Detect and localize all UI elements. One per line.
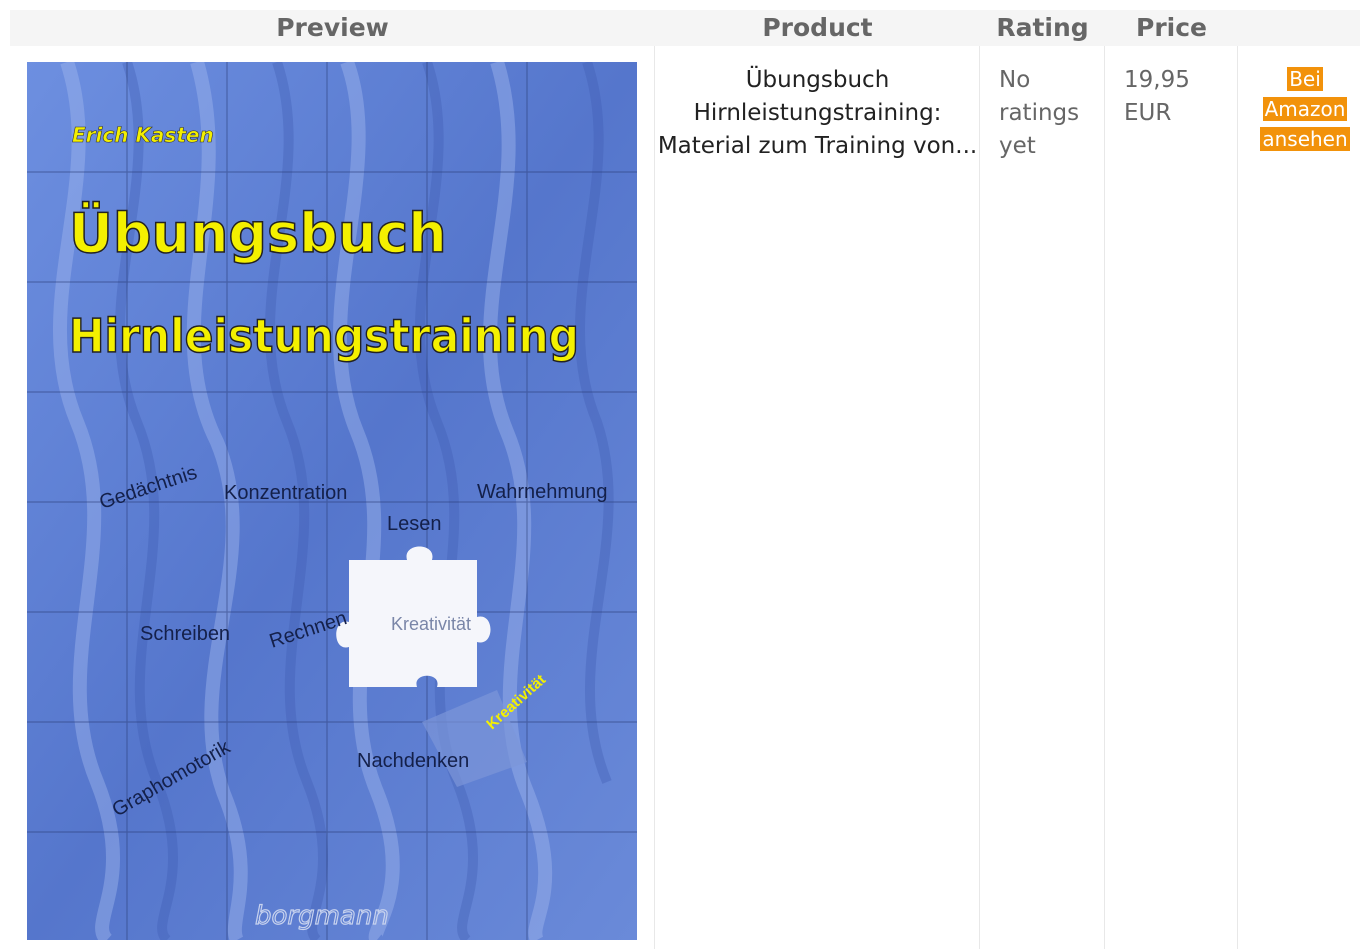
header-price: Price — [1136, 13, 1207, 42]
product-table: Preview Product Rating Price Erich Kaste… — [10, 10, 1360, 949]
amazon-button-label[interactable]: ansehen — [1260, 127, 1350, 151]
column-divider — [654, 46, 655, 949]
rating-text: No ratings yet — [999, 67, 1080, 159]
header-preview: Preview — [276, 13, 389, 42]
amazon-button-label[interactable]: Amazon — [1262, 97, 1348, 121]
header-rating: Rating — [996, 13, 1089, 42]
cover-word: Konzentration — [224, 482, 347, 504]
book-cover-image[interactable]: Erich Kasten Übungsbuch Hirnleistungstra… — [27, 62, 637, 940]
book-cover[interactable]: Erich Kasten Übungsbuch Hirnleistungstra… — [27, 62, 637, 940]
column-divider — [1104, 46, 1105, 949]
cover-title-line1: Übungsbuch — [69, 202, 447, 265]
cover-word: Lesen — [387, 513, 442, 535]
header-product: Product — [762, 13, 873, 42]
cover-word: Wahrnehmung — [477, 481, 607, 503]
cover-word: Kreativität — [391, 614, 471, 634]
cover-title-line2: Hirnleistungstraining — [69, 309, 579, 363]
amazon-button-label[interactable]: Bei — [1287, 67, 1323, 91]
column-divider — [979, 46, 980, 949]
cover-word: Schreiben — [140, 623, 230, 645]
cover-publisher: borgmann — [255, 901, 389, 931]
column-divider — [1237, 46, 1238, 949]
table-header: Preview Product Rating Price — [10, 10, 1360, 46]
cover-author: Erich Kasten — [72, 123, 214, 147]
product-title[interactable]: Übungsbuch Hirnleistungstraining: Materi… — [655, 64, 980, 163]
cover-word: Nachdenken — [357, 750, 469, 772]
amazon-button[interactable]: Bei Amazon ansehen — [1257, 64, 1353, 154]
price-text: 19,95 EUR — [1124, 67, 1190, 126]
